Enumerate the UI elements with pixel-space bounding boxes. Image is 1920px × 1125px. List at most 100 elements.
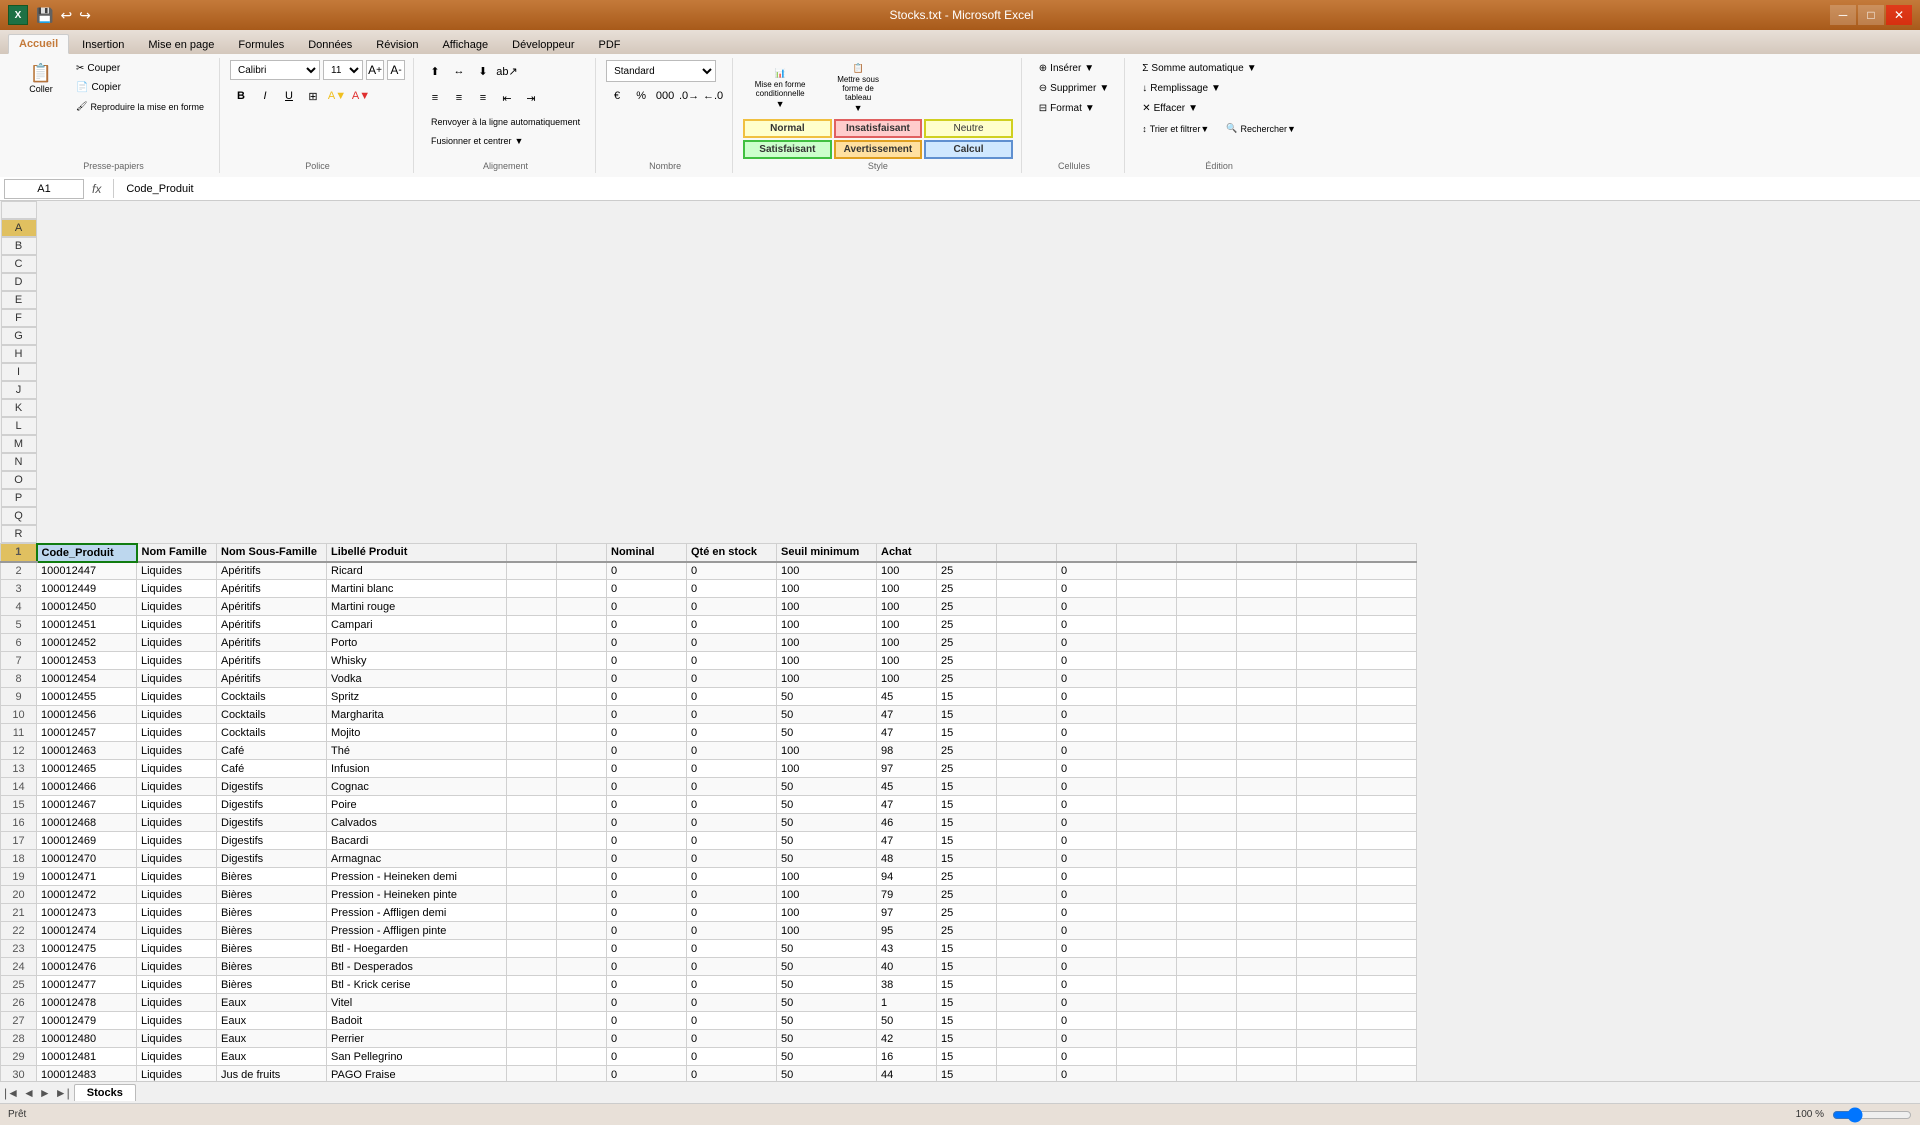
cell-k29[interactable]: 15: [937, 1048, 997, 1066]
cell-n26[interactable]: [1117, 994, 1177, 1012]
cell-d26[interactable]: Vitel: [327, 994, 507, 1012]
cell-r13[interactable]: [1357, 760, 1417, 778]
cell-j2[interactable]: 100: [877, 562, 937, 580]
cell-a22[interactable]: 100012474: [37, 922, 137, 940]
cell-j26[interactable]: 1: [877, 994, 937, 1012]
cell-o21[interactable]: [1177, 904, 1237, 922]
cell-i3[interactable]: 100: [777, 580, 877, 598]
cell-p26[interactable]: [1237, 994, 1297, 1012]
cell-n30[interactable]: [1117, 1066, 1177, 1082]
cell-j23[interactable]: 43: [877, 940, 937, 958]
cell-c17[interactable]: Digestifs: [217, 832, 327, 850]
cell-g22[interactable]: 0: [607, 922, 687, 940]
cell-f26[interactable]: [557, 994, 607, 1012]
cell-r18[interactable]: [1357, 850, 1417, 868]
save-button[interactable]: 💾: [34, 5, 55, 26]
cell-m19[interactable]: 0: [1057, 868, 1117, 886]
cell-o8[interactable]: [1177, 670, 1237, 688]
cell-p15[interactable]: [1237, 796, 1297, 814]
cell-m3[interactable]: 0: [1057, 580, 1117, 598]
cell-o5[interactable]: [1177, 616, 1237, 634]
style-avertissement[interactable]: Avertissement: [834, 140, 923, 159]
remplissage-button[interactable]: ↓ Remplissage▼: [1135, 80, 1228, 97]
cell-k16[interactable]: 15: [937, 814, 997, 832]
cell-k28[interactable]: 15: [937, 1030, 997, 1048]
cell-m24[interactable]: 0: [1057, 958, 1117, 976]
col-header-c[interactable]: C: [1, 255, 37, 273]
cell-r27[interactable]: [1357, 1012, 1417, 1030]
cell-r20[interactable]: [1357, 886, 1417, 904]
cell-g1[interactable]: Nominal: [607, 544, 687, 562]
cell-n17[interactable]: [1117, 832, 1177, 850]
cell-p21[interactable]: [1237, 904, 1297, 922]
cell-m2[interactable]: 0: [1057, 562, 1117, 580]
cell-r23[interactable]: [1357, 940, 1417, 958]
cell-c9[interactable]: Cocktails: [217, 688, 327, 706]
cell-p24[interactable]: [1237, 958, 1297, 976]
rechercher-button[interactable]: 🔍 Rechercher▼: [1219, 120, 1303, 137]
cell-n9[interactable]: [1117, 688, 1177, 706]
cell-b18[interactable]: Liquides: [137, 850, 217, 868]
cell-a25[interactable]: 100012477: [37, 976, 137, 994]
cell-j19[interactable]: 94: [877, 868, 937, 886]
cell-r14[interactable]: [1357, 778, 1417, 796]
cell-o18[interactable]: [1177, 850, 1237, 868]
cell-k17[interactable]: 15: [937, 832, 997, 850]
cell-p9[interactable]: [1237, 688, 1297, 706]
cell-k12[interactable]: 25: [937, 742, 997, 760]
cell-c4[interactable]: Apéritifs: [217, 598, 327, 616]
cell-q26[interactable]: [1297, 994, 1357, 1012]
cell-d14[interactable]: Cognac: [327, 778, 507, 796]
col-header-f[interactable]: F: [1, 309, 37, 327]
cell-c28[interactable]: Eaux: [217, 1030, 327, 1048]
cell-m13[interactable]: 0: [1057, 760, 1117, 778]
cell-q22[interactable]: [1297, 922, 1357, 940]
cell-q12[interactable]: [1297, 742, 1357, 760]
cell-i26[interactable]: 50: [777, 994, 877, 1012]
currency-button[interactable]: €: [606, 85, 628, 107]
indent-increase-button[interactable]: ⇥: [520, 87, 542, 109]
cell-b20[interactable]: Liquides: [137, 886, 217, 904]
cell-a16[interactable]: 100012468: [37, 814, 137, 832]
cell-r16[interactable]: [1357, 814, 1417, 832]
cell-h14[interactable]: 0: [687, 778, 777, 796]
cell-f13[interactable]: [557, 760, 607, 778]
cell-k6[interactable]: 25: [937, 634, 997, 652]
cell-k30[interactable]: 15: [937, 1066, 997, 1082]
cell-c8[interactable]: Apéritifs: [217, 670, 327, 688]
cell-h10[interactable]: 0: [687, 706, 777, 724]
cell-a26[interactable]: 100012478: [37, 994, 137, 1012]
cell-b17[interactable]: Liquides: [137, 832, 217, 850]
cell-i15[interactable]: 50: [777, 796, 877, 814]
cell-k19[interactable]: 25: [937, 868, 997, 886]
cell-k7[interactable]: 25: [937, 652, 997, 670]
cell-g3[interactable]: 0: [607, 580, 687, 598]
cell-g25[interactable]: 0: [607, 976, 687, 994]
cell-n1[interactable]: [1117, 544, 1177, 562]
cell-m9[interactable]: 0: [1057, 688, 1117, 706]
cell-p28[interactable]: [1237, 1030, 1297, 1048]
cell-p1[interactable]: [1237, 544, 1297, 562]
cell-a11[interactable]: 100012457: [37, 724, 137, 742]
cell-l29[interactable]: [997, 1048, 1057, 1066]
cell-b6[interactable]: Liquides: [137, 634, 217, 652]
cell-j14[interactable]: 45: [877, 778, 937, 796]
cell-n2[interactable]: [1117, 562, 1177, 580]
cell-o30[interactable]: [1177, 1066, 1237, 1082]
cell-k25[interactable]: 15: [937, 976, 997, 994]
cell-e20[interactable]: [507, 886, 557, 904]
cell-d24[interactable]: Btl - Desperados: [327, 958, 507, 976]
cell-l13[interactable]: [997, 760, 1057, 778]
cell-f5[interactable]: [557, 616, 607, 634]
cell-a28[interactable]: 100012480: [37, 1030, 137, 1048]
cell-o16[interactable]: [1177, 814, 1237, 832]
cell-o27[interactable]: [1177, 1012, 1237, 1030]
cell-h12[interactable]: 0: [687, 742, 777, 760]
cell-o12[interactable]: [1177, 742, 1237, 760]
cell-reference-input[interactable]: [4, 179, 84, 199]
cell-f15[interactable]: [557, 796, 607, 814]
cell-f10[interactable]: [557, 706, 607, 724]
cell-l8[interactable]: [997, 670, 1057, 688]
cell-l30[interactable]: [997, 1066, 1057, 1082]
align-middle-button[interactable]: ↔: [448, 60, 470, 82]
